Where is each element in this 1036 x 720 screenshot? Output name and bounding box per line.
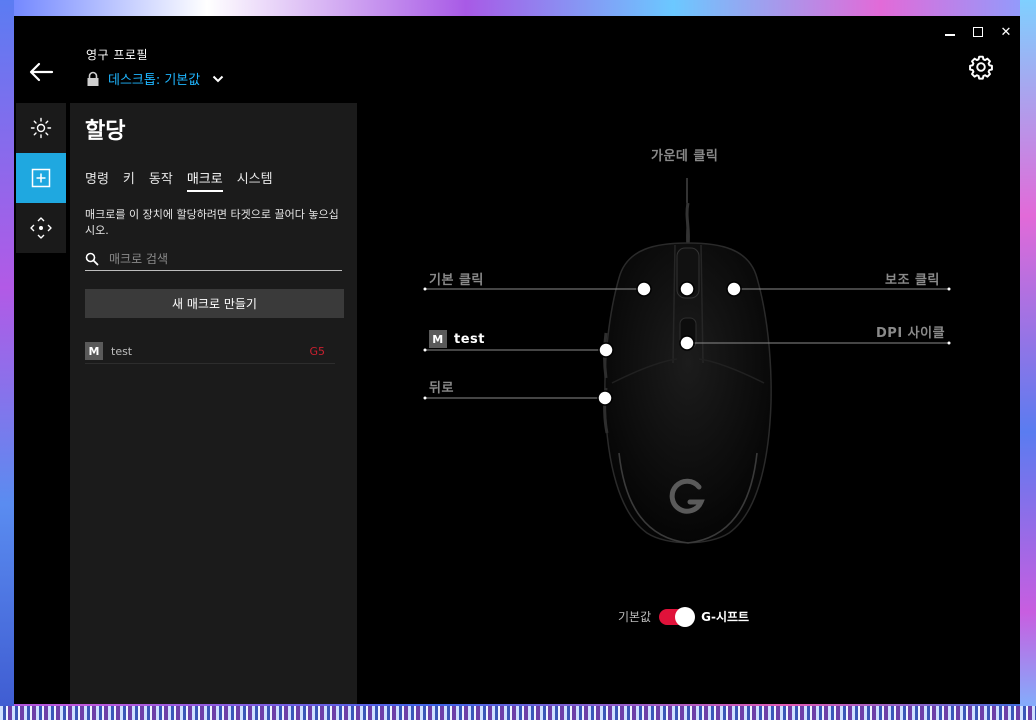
- search-icon: [85, 252, 99, 266]
- tab-actions[interactable]: 동작: [149, 168, 173, 192]
- lighting-icon: [30, 117, 52, 139]
- profile-label: 영구 프로필: [86, 48, 149, 62]
- macro-search: [85, 248, 342, 271]
- settings-button[interactable]: [968, 54, 994, 80]
- assignment-tabs: 명령 키 동작 매크로 시스템: [85, 168, 273, 192]
- gear-icon: [969, 55, 993, 80]
- profile-selector[interactable]: 데스크톱: 기본값: [86, 69, 224, 88]
- back-button[interactable]: [28, 61, 54, 83]
- tab-commands[interactable]: 명령: [85, 168, 109, 192]
- callout-side-button-assigned[interactable]: M test: [429, 330, 485, 348]
- macro-list-item[interactable]: M test G5: [85, 339, 335, 364]
- callout-back[interactable]: 뒤로: [429, 377, 454, 396]
- feature-rail: [16, 103, 66, 253]
- callout-middle-click[interactable]: 가운데 클릭: [651, 145, 718, 164]
- ghub-window: ✕ 영구 프로필 데스크톱: 기본값 할당 명령 키 동작 매크로 시스템 매크…: [14, 16, 1020, 704]
- maximize-icon: [973, 27, 983, 37]
- macro-name: test: [111, 344, 133, 358]
- back-arrow-icon: [29, 62, 54, 82]
- desktop-wallpaper-right: [1020, 0, 1036, 720]
- rail-item-lighting[interactable]: [16, 103, 66, 153]
- desktop-wallpaper-left: [0, 0, 14, 720]
- callout-right-click[interactable]: 보조 클릭: [885, 269, 940, 288]
- create-macro-button[interactable]: 새 매크로 만들기: [85, 289, 344, 318]
- assignments-panel: 할당 명령 키 동작 매크로 시스템 매크로를 이 장치에 할당하려면 타겟으로…: [70, 103, 357, 704]
- tab-keys[interactable]: 키: [123, 168, 135, 192]
- toggle-default-label: 기본값: [618, 610, 652, 624]
- tab-macros[interactable]: 매크로: [186, 168, 223, 192]
- search-input[interactable]: [107, 251, 331, 267]
- callout-dpi-cycle[interactable]: DPI 사이클: [876, 322, 945, 341]
- desktop-wallpaper-bottom: [0, 706, 1036, 720]
- macro-badge: M: [85, 342, 103, 360]
- close-button[interactable]: ✕: [992, 22, 1020, 42]
- callout-left-click[interactable]: 기본 클릭: [429, 269, 484, 288]
- rail-item-assignments[interactable]: [16, 153, 66, 203]
- profile-value: 데스크톱: 기본값: [108, 73, 201, 88]
- lock-icon: [87, 71, 99, 86]
- minimize-icon: [945, 34, 955, 36]
- assigned-macro-name: test: [454, 331, 485, 347]
- minimize-button[interactable]: [936, 22, 964, 42]
- maximize-button[interactable]: [964, 22, 992, 42]
- gshift-toggle-row: 기본값 G-시프트: [618, 606, 750, 627]
- chevron-down-icon: [213, 75, 224, 82]
- desktop-wallpaper-top: [0, 0, 1036, 16]
- rail-item-dpi[interactable]: [16, 203, 66, 253]
- gshift-toggle[interactable]: [659, 606, 696, 627]
- drag-hint-text: 매크로를 이 장치에 할당하려면 타겟으로 끌어다 놓으십시오.: [85, 208, 339, 237]
- assignments-icon: [31, 168, 51, 188]
- toggle-gshift-label: G-시프트: [701, 610, 750, 624]
- close-icon: ✕: [1000, 24, 1012, 40]
- toggle-knob: [675, 606, 696, 627]
- tab-system[interactable]: 시스템: [237, 168, 273, 192]
- dpi-pointer-icon: [30, 217, 52, 239]
- window-controls: ✕: [936, 22, 1020, 42]
- panel-title: 할당: [85, 119, 126, 144]
- macro-assigned-key: G5: [309, 344, 325, 358]
- mouse-diagram: 가운데 클릭 기본 클릭 보조 클릭 DPI 사이클 M test 뒤로 기본값…: [357, 103, 1020, 703]
- assigned-macro-badge: M: [429, 330, 447, 348]
